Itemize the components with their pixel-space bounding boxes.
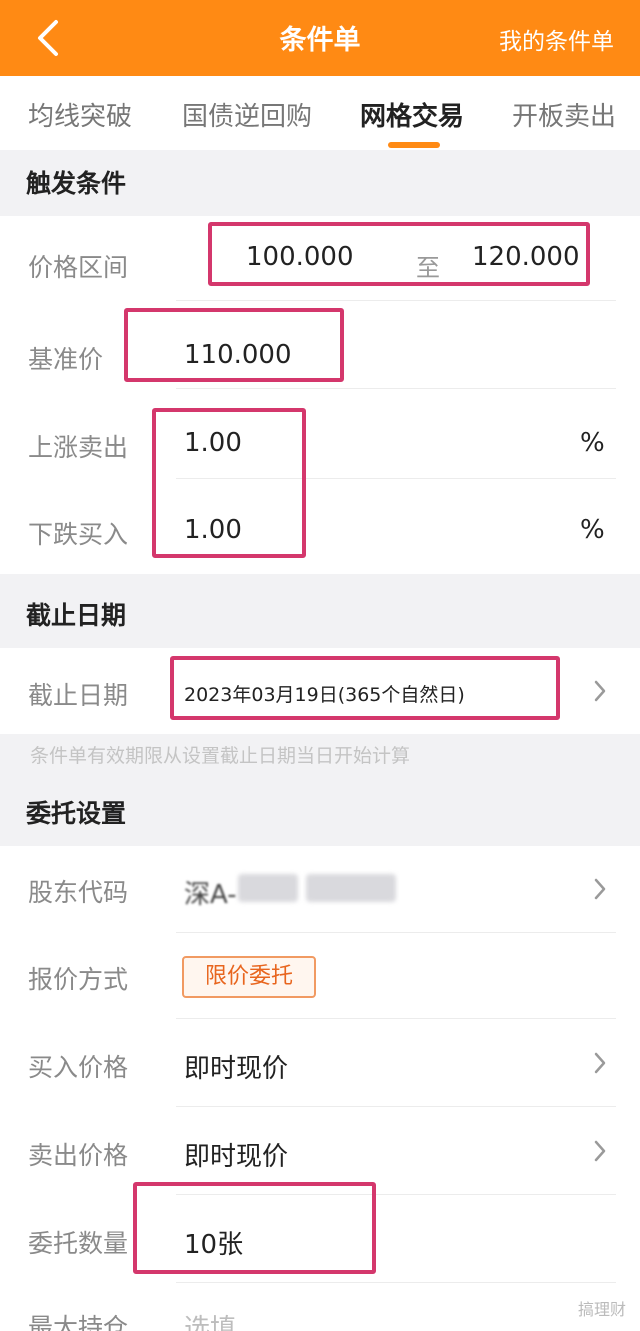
chevron-right-icon: [594, 878, 606, 900]
fall-buy-percent: %: [580, 515, 605, 545]
tab-reverse-repo[interactable]: 国债逆回购: [182, 96, 312, 133]
redacted-block: [306, 874, 396, 902]
highlight-box-price-range: [208, 222, 590, 286]
quote-method-label: 报价方式: [28, 965, 129, 994]
highlight-box-grid-steps: [152, 408, 306, 558]
order-quantity-label: 委托数量: [28, 1229, 129, 1258]
divider: [176, 932, 616, 933]
tab-open-board-sell[interactable]: 开板卖出: [512, 96, 616, 133]
tab-grid-trading[interactable]: 网格交易: [360, 96, 464, 133]
chevron-right-icon: [594, 1052, 606, 1074]
shareholder-code-value: 深A-: [184, 880, 237, 910]
rise-sell-label: 上涨卖出: [28, 433, 129, 462]
highlight-box-base-price: [124, 308, 344, 382]
max-position-input[interactable]: 选填: [184, 1308, 236, 1331]
app-header: 条件单 我的条件单: [0, 0, 640, 76]
deadline-label: 截止日期: [28, 681, 129, 710]
divider: [176, 388, 616, 389]
divider: [176, 1106, 616, 1107]
highlight-box-deadline: [170, 656, 560, 720]
max-position-label: 最大持仓: [28, 1313, 129, 1331]
tab-ma-breakout[interactable]: 均线突破: [28, 96, 132, 133]
deadline-note: 条件单有效期限从设置截止日期当日开始计算: [30, 745, 411, 767]
base-price-label: 基准价: [28, 345, 104, 374]
limit-order-tag[interactable]: 限价委托: [182, 956, 316, 998]
buy-price-value: 即时现价: [184, 1054, 289, 1084]
divider: [176, 1282, 616, 1283]
buy-price-label: 买入价格: [28, 1053, 129, 1082]
divider: [176, 1018, 616, 1019]
section-entrust: 委托设置: [0, 772, 640, 846]
watermark: 搞理财: [577, 1300, 626, 1319]
section-deadline: 截止日期: [0, 574, 640, 648]
highlight-box-quantity: [133, 1182, 376, 1274]
redacted-block: [238, 874, 298, 902]
chevron-right-icon: [594, 1140, 606, 1162]
section-title-entrust: 委托设置: [26, 799, 127, 828]
shareholder-code-label: 股东代码: [28, 878, 129, 907]
section-trigger: 触发条件: [0, 150, 640, 216]
rise-sell-percent: %: [580, 428, 605, 458]
sell-price-value: 即时现价: [184, 1142, 289, 1172]
section-title-deadline: 截止日期: [26, 601, 127, 630]
price-range-label: 价格区间: [28, 253, 129, 282]
divider: [176, 300, 616, 301]
chevron-right-icon: [594, 680, 606, 702]
section-title-trigger: 触发条件: [26, 169, 127, 198]
fall-buy-label: 下跌买入: [28, 520, 129, 549]
sell-price-label: 卖出价格: [28, 1141, 129, 1170]
active-tab-indicator: [388, 142, 440, 148]
strategy-tabs: 均线突破 国债逆回购 网格交易 开板卖出: [0, 76, 640, 150]
my-conditional-orders-link[interactable]: 我的条件单: [499, 22, 614, 56]
